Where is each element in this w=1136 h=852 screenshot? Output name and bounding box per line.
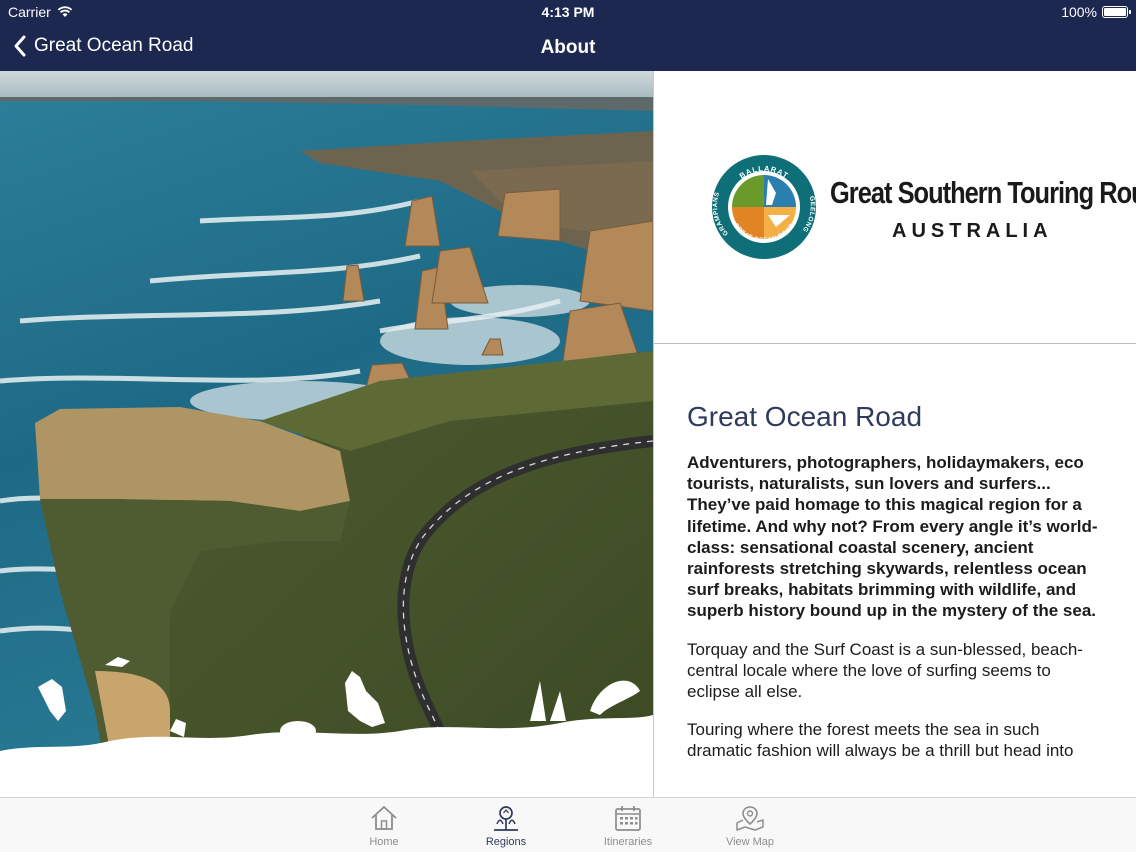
coastline-photo [0,71,653,797]
status-time: 4:13 PM [541,4,595,20]
touring-route-seal: BALLARAT GRAMPIANS GEELONG GREAT OCEAN R… [712,155,816,259]
page-title: About [540,37,596,58]
description-scroll[interactable]: Great Ocean Road Adventurers, photograph… [687,401,1107,777]
about-panel: BALLARAT GRAMPIANS GEELONG GREAT OCEAN R… [653,71,1136,797]
nav-bar: Great Ocean Road About [0,24,1136,71]
tab-itineraries[interactable]: Itineraries [586,804,670,848]
tab-home-label: Home [369,836,399,848]
logo-area: BALLARAT GRAMPIANS GEELONG GREAT OCEAN R… [654,71,1136,344]
body-paragraph: Touring where the forest meets the sea i… [687,720,1074,761]
brand-name: Great Southern Touring Route [830,175,1136,210]
lead-paragraph: Adventurers, photographers, holidaymaker… [687,453,1098,621]
body-paragraph: Torquay and the Surf Coast is a sun-bles… [687,639,1083,702]
tab-view-map-label: View Map [725,836,775,848]
battery-status: 100% [1061,4,1131,20]
battery-percent: 100% [1061,4,1097,20]
brand-country: AUSTRALIA [892,220,1053,242]
battery-icon [1102,6,1131,18]
status-bar: Carrier 4:13 PM 100% [0,0,1136,24]
region-title: Great Ocean Road [687,401,923,432]
regions-icon [494,806,518,831]
tab-view-map[interactable]: View Map [708,804,792,848]
tab-regions-label: Regions [485,836,527,848]
tab-bar: Home Regions Itineraries View Map [0,797,1136,852]
home-icon [371,806,397,830]
tab-regions[interactable]: Regions [464,804,548,848]
top-bar: Carrier 4:13 PM 100% Great Ocean Road Ab… [0,0,1136,71]
tab-home[interactable]: Home [342,804,426,848]
calendar-icon [615,806,641,831]
tab-itineraries-label: Itineraries [603,836,653,848]
map-icon [736,806,764,831]
